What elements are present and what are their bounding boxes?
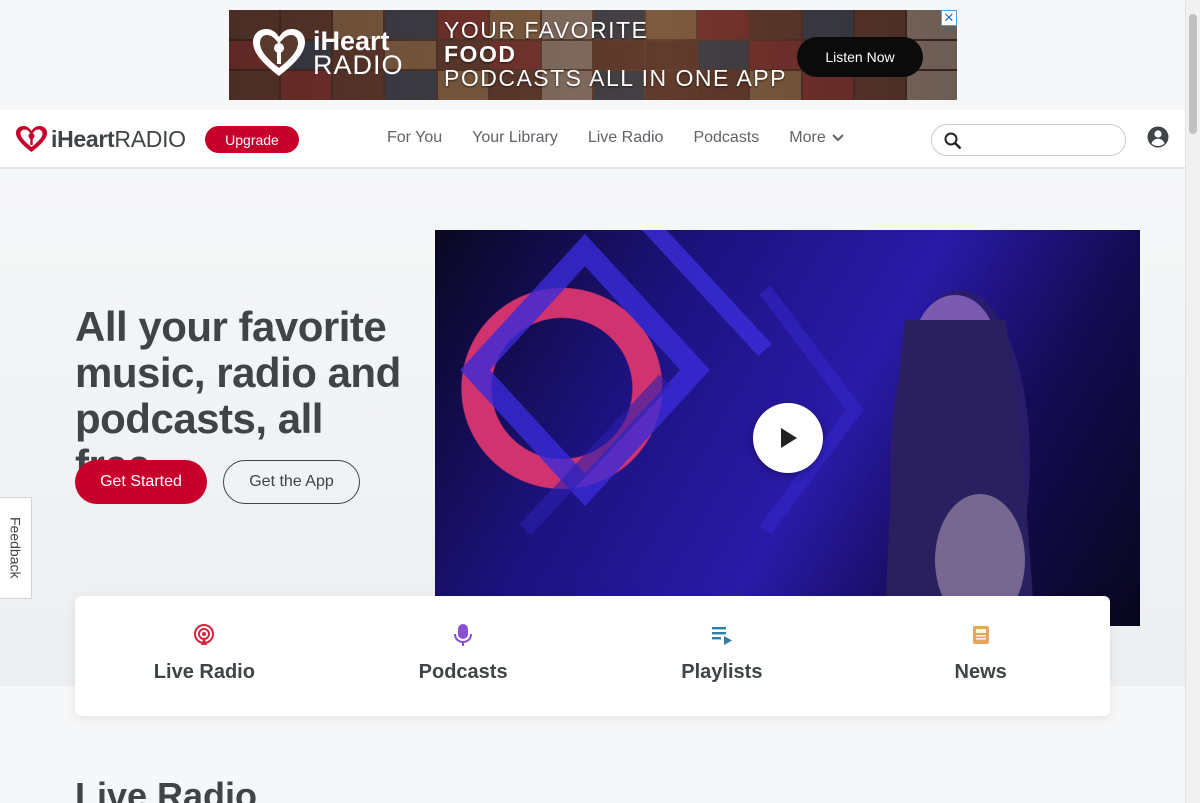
ad-logo: iHeart RADIO — [251, 28, 404, 80]
get-started-button[interactable]: Get Started — [75, 460, 207, 504]
newspaper-icon — [972, 626, 989, 644]
scrollbar-thumb[interactable] — [1189, 14, 1197, 134]
logo-text-light: RADIO — [114, 125, 186, 152]
hero-video[interactable] — [435, 230, 1140, 626]
page-scrollbar[interactable] — [1185, 0, 1200, 803]
search-icon — [944, 132, 962, 150]
nav-for-you[interactable]: For You — [387, 129, 442, 147]
quick-link-playlists[interactable]: Playlists — [593, 596, 852, 716]
playlist-icon — [711, 627, 732, 645]
feedback-label: Feedback — [7, 517, 24, 579]
quick-link-news[interactable]: News — [851, 596, 1110, 716]
user-account-icon[interactable] — [1147, 126, 1169, 148]
top-navbar: iHeartRADIO Upgrade For You Your Library… — [0, 110, 1185, 169]
logo-text-strong: iHeart — [51, 125, 115, 152]
nav-more[interactable]: More — [789, 129, 844, 147]
nav-podcasts[interactable]: Podcasts — [693, 129, 759, 147]
quick-link-label: Playlists — [681, 661, 763, 683]
search-input[interactable] — [968, 129, 1118, 151]
play-button[interactable] — [753, 403, 823, 473]
upgrade-button[interactable]: Upgrade — [205, 126, 299, 153]
nav-more-label: More — [789, 129, 826, 146]
main-nav: For You Your Library Live Radio Podcasts… — [387, 129, 874, 147]
chevron-down-icon — [832, 134, 844, 142]
ad-close-icon[interactable]: ✕ — [941, 10, 957, 26]
play-icon — [781, 428, 797, 448]
microphone-icon — [454, 624, 473, 646]
nav-live-radio[interactable]: Live Radio — [588, 129, 664, 147]
site-logo[interactable]: iHeartRADIO — [15, 125, 186, 153]
ad-headline-3: PODCASTS ALL IN ONE APP — [444, 65, 787, 91]
live-radio-section-title: Live Radio — [75, 775, 258, 803]
nav-your-library[interactable]: Your Library — [472, 129, 558, 147]
quick-link-label: News — [954, 661, 1007, 683]
ad-headline-1: YOUR FAVORITE — [444, 17, 649, 43]
quick-link-label: Live Radio — [153, 661, 255, 683]
ad-zone: iHeart RADIO YOUR FAVORITE FOOD PODCASTS… — [0, 0, 1185, 110]
iheart-logo-icon — [16, 126, 47, 152]
ad-brand-line2: RADIO — [313, 50, 404, 80]
ad-headline-2: FOOD — [444, 41, 517, 67]
ad-banner[interactable]: iHeart RADIO YOUR FAVORITE FOOD PODCASTS… — [229, 10, 957, 100]
ad-headline: YOUR FAVORITE FOOD PODCASTS ALL IN ONE A… — [444, 18, 787, 90]
ad-listen-now-button[interactable]: Listen Now — [797, 37, 923, 77]
quick-link-podcasts[interactable]: Podcasts — [334, 596, 593, 716]
iheart-logo-icon — [253, 29, 305, 76]
get-the-app-button[interactable]: Get the App — [223, 460, 360, 504]
search-box[interactable] — [931, 124, 1126, 156]
quick-links-card: Live Radio Podcasts Playlists News — [75, 596, 1110, 716]
feedback-tab[interactable]: Feedback — [0, 497, 32, 599]
quick-link-live-radio[interactable]: Live Radio — [75, 596, 334, 716]
quick-link-label: Podcasts — [418, 661, 508, 683]
radio-tower-icon — [194, 624, 215, 645]
